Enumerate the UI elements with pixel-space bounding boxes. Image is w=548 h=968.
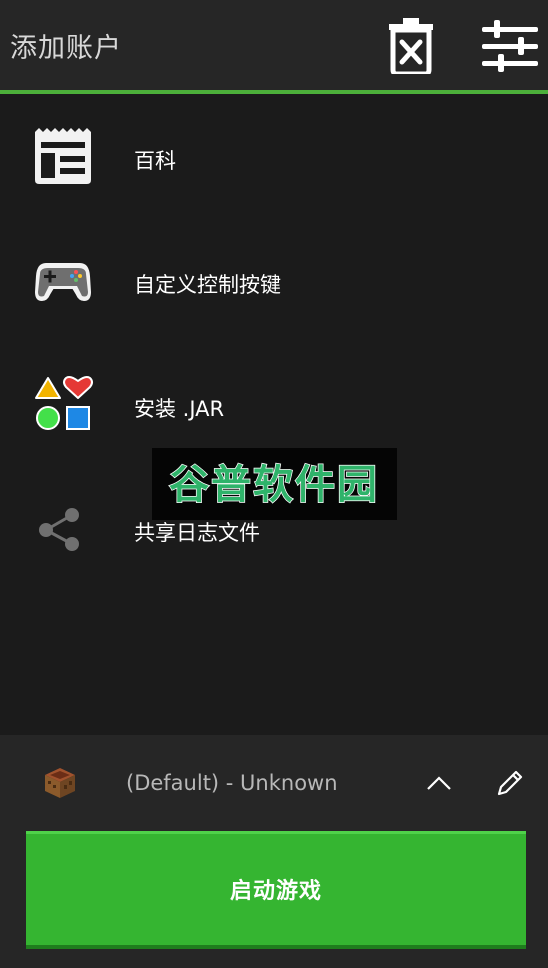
- watermark-text: 谷普软件园: [169, 462, 379, 508]
- gamepad-icon: [32, 250, 94, 312]
- version-selector[interactable]: (Default) - Unknown: [0, 735, 548, 831]
- pencil-icon[interactable]: [494, 767, 524, 799]
- accent-divider: [0, 90, 548, 94]
- top-app-bar: 添加账户: [0, 0, 548, 94]
- delete-icon[interactable]: [386, 18, 436, 77]
- menu-item-custom-controls[interactable]: 自定义控制按键: [0, 226, 548, 336]
- menu-item-install-jar[interactable]: 安装 .JAR: [0, 350, 548, 460]
- menu-label-install-jar: 安装 .JAR: [134, 397, 225, 421]
- menu-label-custom-controls: 自定义控制按键: [134, 273, 281, 297]
- menu-item-wiki[interactable]: 百科: [0, 102, 548, 212]
- menu-label-wiki: 百科: [134, 149, 176, 173]
- chevron-up-icon[interactable]: [424, 771, 454, 795]
- bottom-panel: (Default) - Unknown 启动游戏: [0, 735, 548, 968]
- crafting-table-icon: [44, 767, 76, 799]
- newspaper-icon: [32, 126, 94, 188]
- version-label: (Default) - Unknown: [126, 771, 338, 795]
- launch-game-label: 启动游戏: [229, 879, 322, 904]
- share-icon: [32, 498, 94, 560]
- menu-label-share-logs: 共享日志文件: [134, 521, 260, 545]
- shapes-icon: [32, 374, 94, 436]
- add-account-title[interactable]: 添加账户: [10, 26, 122, 65]
- sliders-icon[interactable]: [482, 20, 538, 72]
- launch-game-button[interactable]: 启动游戏: [26, 831, 526, 949]
- watermark-logo: 谷普软件园: [152, 448, 397, 520]
